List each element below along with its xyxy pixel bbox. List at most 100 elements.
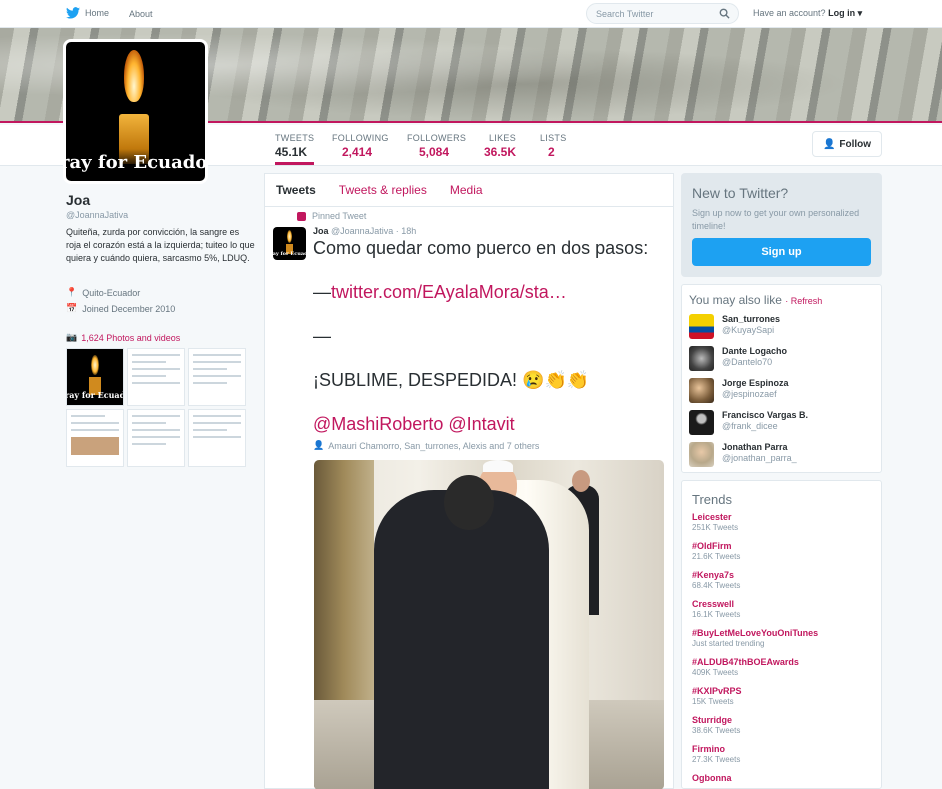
profile-handle[interactable]: @JoannaJativa (66, 210, 128, 220)
photo-man-suit (374, 490, 549, 789)
trend-name[interactable]: #ALDUB47thBOEAwards (692, 657, 799, 667)
tweet-mentions[interactable]: @MashiRoberto @Intavit (313, 413, 665, 435)
pin-icon (297, 211, 306, 221)
trend-name[interactable]: #OldFirm (692, 541, 740, 551)
trend-name[interactable]: Firmino (692, 744, 740, 754)
stat-label: FOLLOWING (332, 133, 389, 143)
tab-media[interactable]: Media (450, 183, 483, 197)
photo-thumbnail[interactable] (127, 409, 185, 467)
follow-label: Follow (839, 138, 872, 150)
suggested-user-avatar[interactable] (689, 346, 714, 371)
suggested-user-name[interactable]: Jorge Espinoza (722, 378, 789, 388)
tweet-line: Como quedar como puerco en dos pasos: (313, 238, 649, 258)
new-to-twitter-text: Sign up now to get your own personalized… (692, 208, 860, 231)
trend-item[interactable]: #Kenya7s 68.4K Tweets (692, 570, 740, 590)
search-input[interactable]: Search Twitter (586, 3, 739, 24)
timeline: Tweets Tweets & replies Media Pinned Twe… (264, 173, 674, 789)
photo-thumbnail[interactable] (188, 348, 246, 406)
trends-module: Trends Leicester 251K Tweets #OldFirm 21.6… (681, 480, 882, 789)
tweet-author-handle[interactable]: @JoannaJativa (331, 226, 393, 236)
tweet-avatar[interactable]: ray for Ecuado (273, 227, 306, 260)
wtf-title: You may also like (689, 293, 782, 307)
profile-avatar[interactable]: ray for Ecuado (63, 39, 208, 184)
suggested-user-avatar[interactable] (689, 314, 714, 339)
tweet-header: Joa @JoannaJativa · 18h (313, 226, 416, 236)
trend-name[interactable]: #BuyLetMeLoveYouOniTunes (692, 628, 818, 638)
trend-item[interactable]: Firmino 27.3K Tweets (692, 744, 740, 764)
suggested-user[interactable]: San_turrones @KuyaySapi (689, 314, 780, 339)
stat-tweets[interactable]: TWEETS 45.1K (275, 133, 315, 165)
thumb-flame (91, 355, 99, 375)
trend-item[interactable]: Sturridge 38.6K Tweets (692, 715, 740, 735)
tweet-dash-line: — (313, 326, 331, 346)
tweet-time[interactable]: · 18h (396, 226, 417, 236)
suggested-user-handle: @jonathan_parra_ (722, 453, 797, 463)
signup-button[interactable]: Sign up (692, 238, 871, 266)
tab-tweets[interactable]: Tweets (276, 183, 316, 197)
photos-videos-link[interactable]: 📷 1,624 Photos and videos (66, 332, 180, 343)
trend-item[interactable]: #KXIPvRPS 15K Tweets (692, 686, 742, 706)
timeline-tabs: Tweets Tweets & replies Media (265, 174, 673, 207)
follow-button[interactable]: 👤 Follow (812, 131, 882, 157)
home-link[interactable]: Home (66, 7, 109, 19)
home-label: Home (85, 8, 110, 18)
stat-label: TWEETS (275, 133, 315, 143)
trend-count: Just started trending (692, 639, 765, 648)
tweet-author-name[interactable]: Joa (313, 226, 329, 236)
trend-item[interactable]: #ALDUB47thBOEAwards 409K Tweets (692, 657, 799, 677)
trend-item[interactable]: #BuyLetMeLoveYouOniTunes Just started tre… (692, 628, 818, 648)
suggested-user-name[interactable]: Jonathan Parra (722, 442, 797, 452)
photo-thumbnail[interactable] (127, 348, 185, 406)
tweet-link[interactable]: twitter.com/EAyalaMora/sta… (331, 282, 567, 302)
trend-name[interactable]: Leicester (692, 512, 738, 522)
stat-following[interactable]: FOLLOWING 2,414 (332, 133, 389, 159)
trend-count: 38.6K Tweets (692, 726, 741, 735)
trends-title: Trends (692, 492, 732, 507)
suggested-user-handle: @KuyaySapi (722, 325, 775, 335)
trend-item[interactable]: Ogbonna (692, 773, 732, 784)
caret-down-icon: ▾ (857, 8, 863, 18)
suggested-user-name[interactable]: Dante Logacho (722, 346, 787, 356)
suggested-user[interactable]: Dante Logacho @Dantelo70 (689, 346, 787, 371)
trend-name[interactable]: Cresswell (692, 599, 740, 609)
stat-value: 45.1K (275, 145, 308, 159)
tweet-photo[interactable] (314, 460, 664, 789)
trend-item[interactable]: Cresswell 16.1K Tweets (692, 599, 740, 619)
suggested-user-name[interactable]: San_turrones (722, 314, 780, 324)
suggested-user-name[interactable]: Francisco Vargas B. (722, 410, 808, 420)
search-icon[interactable] (719, 8, 730, 19)
trend-item[interactable]: Leicester 251K Tweets (692, 512, 738, 532)
trend-name[interactable]: Sturridge (692, 715, 740, 725)
refresh-link[interactable]: Refresh (791, 296, 823, 306)
photo-guard-head (572, 470, 590, 492)
twitter-bird-icon (66, 7, 80, 19)
suggested-user-handle: @Dantelo70 (722, 357, 773, 367)
stat-lists[interactable]: LISTS 2 (540, 133, 567, 159)
photo-thumbnail[interactable] (188, 409, 246, 467)
trend-name[interactable]: #KXIPvRPS (692, 686, 742, 696)
tweet-dash: — (313, 282, 331, 302)
tweet-link-line: —twitter.com/EAyalaMora/sta… (313, 281, 665, 303)
profile-location: 📍 Quito-Ecuador (66, 287, 140, 298)
stat-likes[interactable]: LIKES 36.5K (484, 133, 516, 159)
profile-name[interactable]: Joa (66, 192, 90, 208)
suggested-user[interactable]: Jonathan Parra @jonathan_parra_ (689, 442, 797, 467)
photo-pope-cap (483, 460, 513, 472)
photo-thumbnail[interactable]: ray for Ecuado (66, 348, 124, 406)
retweeted-by[interactable]: 👤 Amauri Chamorro, San_turrones, Alexis … (313, 440, 539, 451)
trend-name[interactable]: #Kenya7s (692, 570, 740, 580)
suggested-user[interactable]: Francisco Vargas B. @frank_dicee (689, 410, 808, 435)
tab-tweets-replies[interactable]: Tweets & replies (339, 183, 427, 197)
suggested-user-avatar[interactable] (689, 442, 714, 467)
suggested-user-avatar[interactable] (689, 410, 714, 435)
trend-name[interactable]: Ogbonna (692, 773, 732, 783)
about-link[interactable]: About (129, 9, 153, 19)
login-link[interactable]: Log in ▾ (828, 8, 862, 18)
photo-thumbnail[interactable] (66, 409, 124, 467)
stat-followers[interactable]: FOLLOWERS 5,084 (407, 133, 466, 159)
photo-grid: ray for Ecuado (66, 348, 246, 467)
trend-item[interactable]: #OldFirm 21.6K Tweets (692, 541, 740, 561)
who-to-follow-module: You may also like · Refresh San_turrones… (681, 284, 882, 473)
suggested-user-avatar[interactable] (689, 378, 714, 403)
suggested-user[interactable]: Jorge Espinoza @jespinozaef (689, 378, 789, 403)
